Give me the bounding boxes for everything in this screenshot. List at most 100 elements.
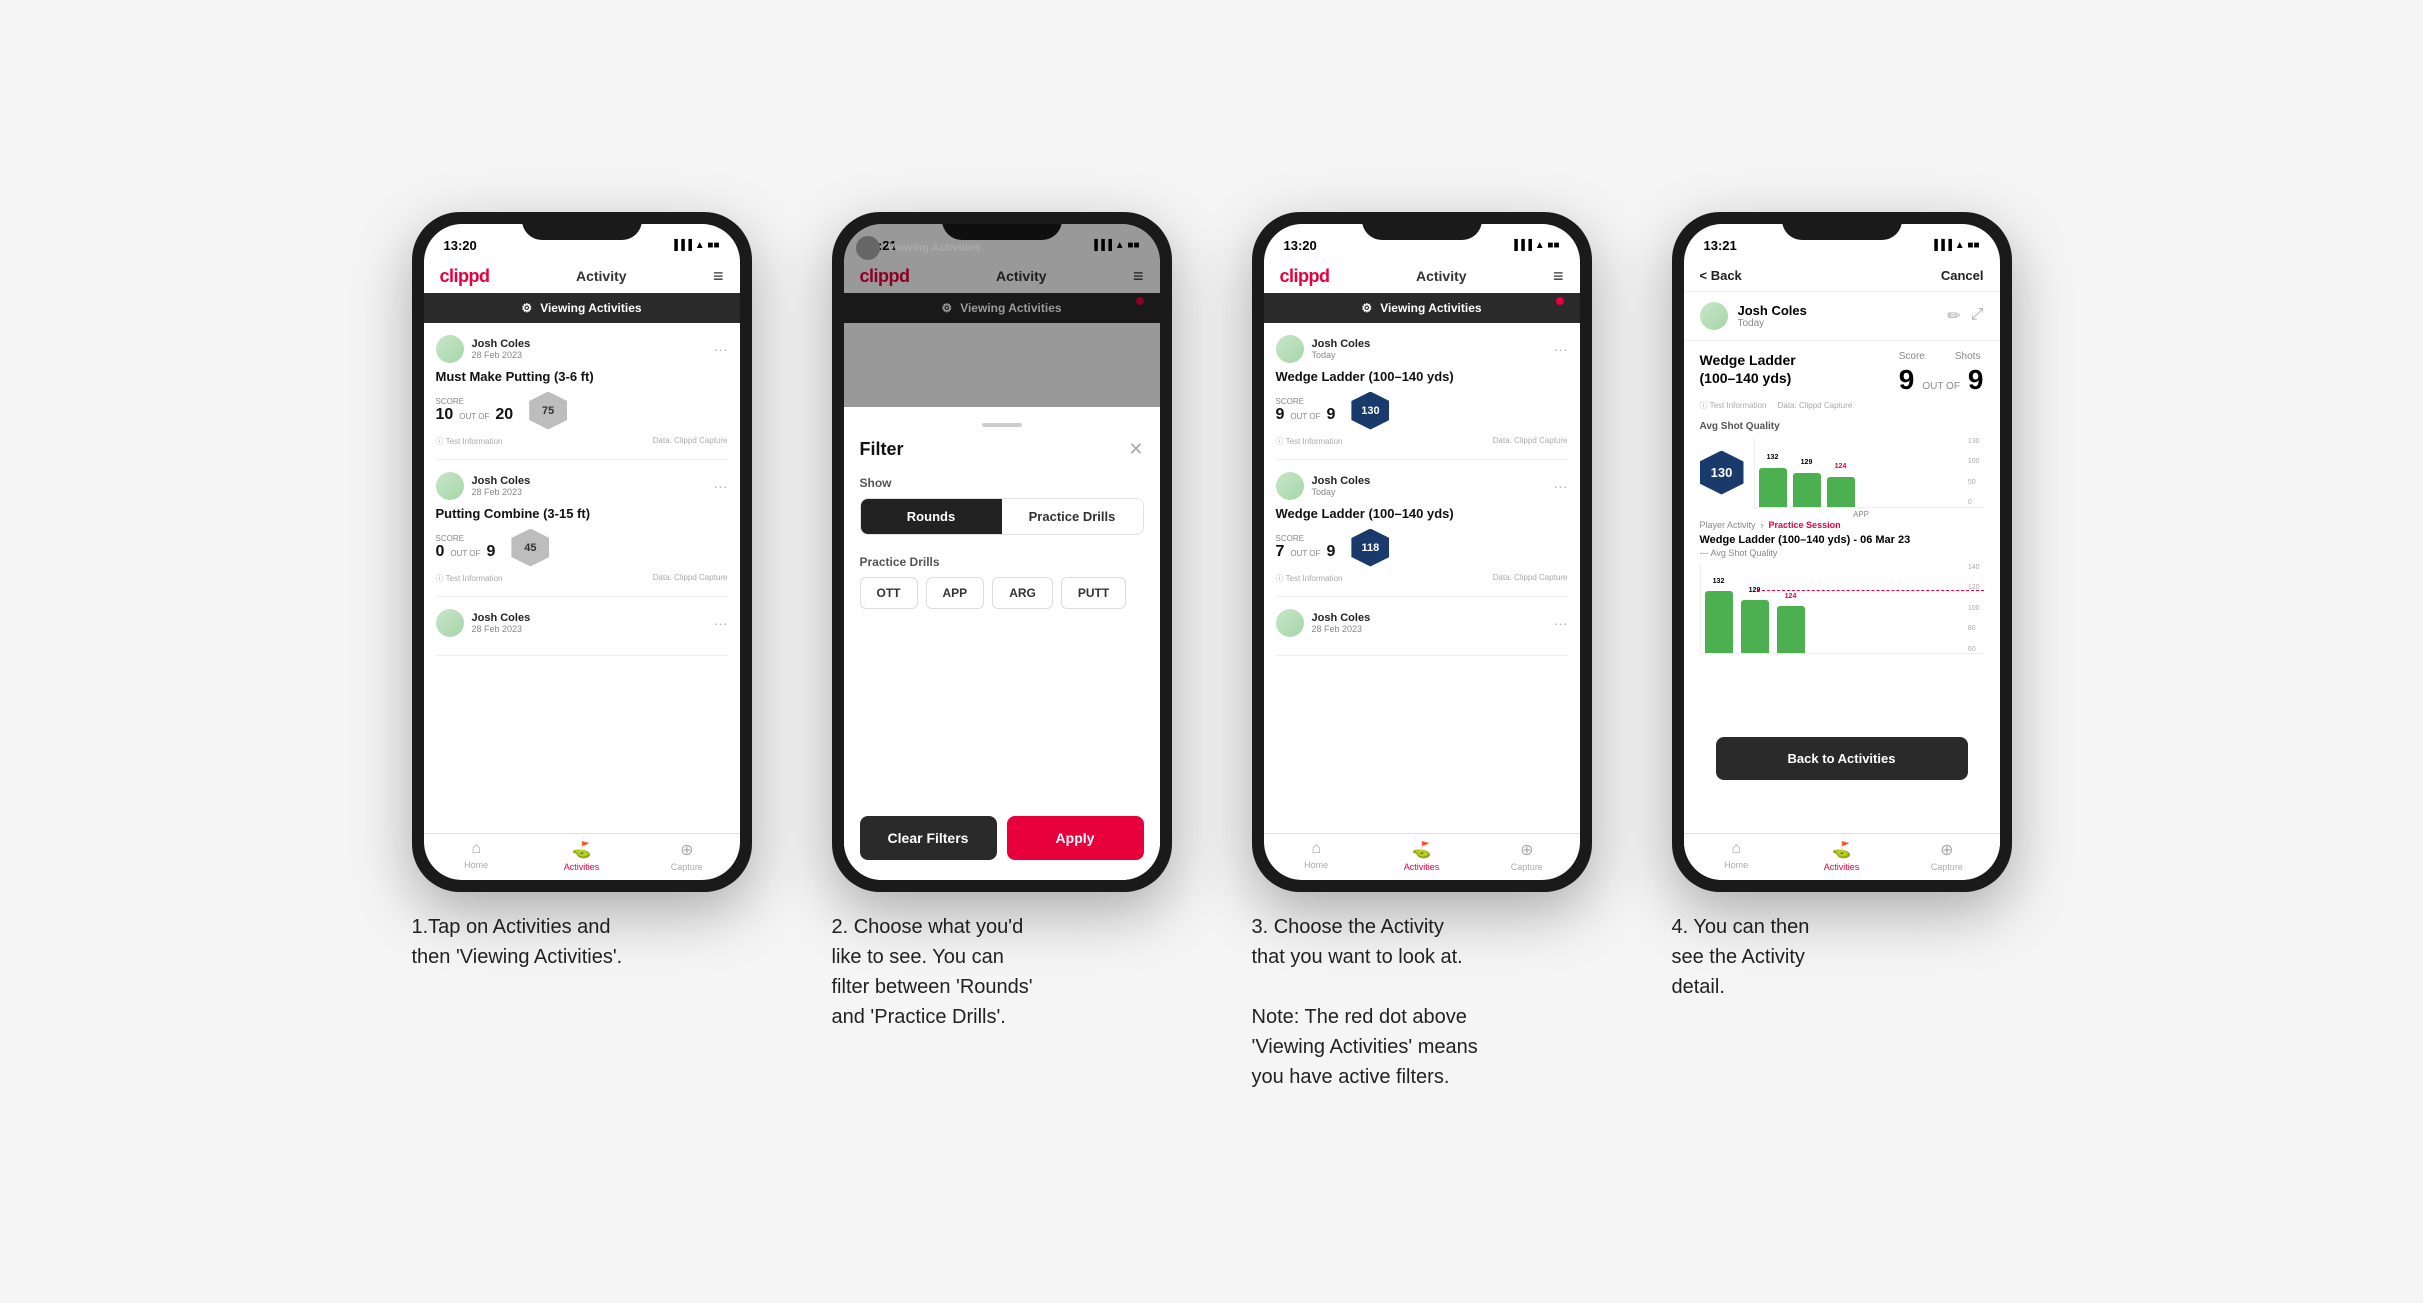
drill-buttons-row: OTT APP ARG PUTT	[860, 577, 1144, 609]
filter-actions: Clear Filters Apply	[860, 816, 1144, 860]
activity-item-3-3[interactable]: Josh Coles 28 Feb 2023 ···	[1276, 597, 1568, 656]
nav-title-3: Activity	[1416, 268, 1467, 284]
more-dots-1[interactable]: ···	[714, 341, 728, 357]
capture-icon-3: ⊕	[1520, 840, 1533, 860]
show-label: Show	[860, 476, 1144, 490]
back-to-activities-button[interactable]: Back to Activities	[1716, 737, 1968, 780]
practice-session-label: Practice Session	[1769, 520, 1841, 530]
caption-3: 3. Choose the Activitythat you want to l…	[1252, 912, 1592, 1092]
user-name-3-1: Josh Coles	[1312, 338, 1371, 350]
status-icons-1: ▐▐▐ ▲ ■■	[671, 240, 720, 251]
apply-button[interactable]: Apply	[1007, 816, 1144, 860]
score-value-2: 0	[436, 543, 445, 561]
drill-putt[interactable]: PUTT	[1061, 577, 1126, 609]
drill-arg[interactable]: ARG	[992, 577, 1053, 609]
nav-home-4[interactable]: ⌂ Home	[1684, 840, 1789, 872]
nav-bar-3: clippd Activity ≡	[1264, 260, 1580, 293]
activity-item-2[interactable]: Josh Coles 28 Feb 2023 ··· Putting Combi…	[436, 460, 728, 597]
close-icon-2[interactable]: ✕	[1128, 439, 1143, 460]
settings-icon-3: ⚙	[1361, 301, 1372, 315]
filter-toggle-row: Rounds Practice Drills	[860, 498, 1144, 535]
more-dots-3-2[interactable]: ···	[1554, 478, 1568, 494]
test-info-2: ⓘ Test Information	[436, 573, 503, 584]
nav-activities-1[interactable]: ⛳ Activities	[529, 840, 634, 872]
phone-screen-1: 13:20 ▐▐▐ ▲ ■■ clippd Activity ≡ ⚙ Viewi…	[424, 224, 740, 880]
more-dots-3-1[interactable]: ···	[1554, 341, 1568, 357]
dimmed-bg-2: Viewing Activities	[844, 224, 1160, 408]
nav-activities-4[interactable]: ⛳ Activities	[1789, 840, 1894, 872]
nav-title-1: Activity	[576, 268, 627, 284]
drill-ott[interactable]: OTT	[860, 577, 918, 609]
clippd-logo-3: clippd	[1280, 266, 1330, 287]
clear-filters-button[interactable]: Clear Filters	[860, 816, 997, 860]
avatar-3	[436, 609, 464, 637]
home-icon-1: ⌂	[471, 840, 481, 858]
bottom-nav-3: ⌂ Home ⛳ Activities ⊕ Capture	[1264, 833, 1580, 880]
detail-outof: 9	[1968, 364, 1984, 396]
rounds-button[interactable]: Rounds	[861, 499, 1002, 534]
test-info-1: ⓘ Test Information	[436, 436, 503, 447]
status-time-1: 13:20	[444, 238, 477, 253]
home-icon-4: ⌂	[1731, 840, 1741, 858]
detail-score: 9	[1899, 364, 1915, 396]
phone-col-4: 13:21 ▐▐▐ ▲ ■■ < Back Cancel Josh Coles …	[1652, 212, 2032, 1002]
score-label-1: Score	[436, 397, 514, 406]
shot-quality-3-1: 130	[1351, 392, 1389, 430]
outof-label-2: OUT OF	[450, 549, 480, 558]
data-source-1: Data: Clippd Capture	[653, 436, 728, 447]
nav-bar-1: clippd Activity ≡	[424, 260, 740, 293]
hamburger-icon-3[interactable]: ≡	[1553, 266, 1564, 287]
shots-col-label: Shots	[1955, 351, 1981, 362]
activity-title-3-2: Wedge Ladder (100–140 yds)	[1276, 506, 1568, 521]
detail-sq-badge: 130	[1700, 451, 1744, 495]
player-activity-section: Player Activity › Practice Session Wedge…	[1684, 514, 2000, 660]
more-dots-2[interactable]: ···	[714, 478, 728, 494]
score-col-label: Score	[1899, 351, 1925, 362]
hamburger-icon-1[interactable]: ≡	[713, 266, 724, 287]
viewing-activities-bar-1[interactable]: ⚙ Viewing Activities	[424, 293, 740, 323]
viewing-activities-label-1: Viewing Activities	[540, 301, 641, 315]
activity-title-1: Must Make Putting (3-6 ft)	[436, 369, 728, 384]
score-label-2: Score	[436, 534, 496, 543]
nav-capture-1[interactable]: ⊕ Capture	[634, 840, 739, 872]
test-info-3-2: ⓘ Test Information	[1276, 573, 1343, 584]
more-dots-3[interactable]: ···	[714, 615, 728, 631]
red-dot-3	[1556, 297, 1564, 305]
activity-item-1[interactable]: Josh Coles 28 Feb 2023 ··· Must Make Put…	[436, 323, 728, 460]
settings-icon-1: ⚙	[521, 301, 532, 315]
viewing-activities-bar-3[interactable]: ⚙ Viewing Activities	[1264, 293, 1580, 323]
edit-icon[interactable]: ✏	[1947, 306, 1960, 326]
more-dots-3-3[interactable]: ···	[1554, 615, 1568, 631]
user-name-3: Josh Coles	[472, 612, 531, 624]
activity-item-3-2[interactable]: Josh Coles Today ··· Wedge Ladder (100–1…	[1276, 460, 1568, 597]
drill-app[interactable]: APP	[926, 577, 985, 609]
phone-frame-2: 13:21 ▐▐▐ ▲ ■■ clippd Activity ≡ ⚙ Viewi…	[832, 212, 1172, 892]
user-name-3-2: Josh Coles	[1312, 475, 1371, 487]
filter-handle	[982, 423, 1022, 427]
nav-activities-3[interactable]: ⛳ Activities	[1369, 840, 1474, 872]
phone-col-3: 13:20 ▐▐▐ ▲ ■■ clippd Activity ≡ ⚙ Viewi…	[1232, 212, 1612, 1092]
avatar-2	[436, 472, 464, 500]
avg-sq-label: Avg Shot Quality	[1700, 421, 1984, 432]
expand-icon[interactable]: ⤢	[1971, 306, 1984, 326]
phone-frame-1: 13:20 ▐▐▐ ▲ ■■ clippd Activity ≡ ⚙ Viewi…	[412, 212, 752, 892]
activity-item-3[interactable]: Josh Coles 28 Feb 2023 ···	[436, 597, 728, 656]
phone-col-1: 13:20 ▐▐▐ ▲ ■■ clippd Activity ≡ ⚙ Viewi…	[392, 212, 772, 972]
back-button[interactable]: < Back	[1700, 268, 1742, 283]
nav-capture-4[interactable]: ⊕ Capture	[1894, 840, 1999, 872]
avatar-3-1	[1276, 335, 1304, 363]
outof-label-1: OUT OF	[459, 412, 489, 421]
capture-icon-4: ⊕	[1940, 840, 1953, 860]
practice-drills-button[interactable]: Practice Drills	[1002, 499, 1143, 534]
nav-capture-3[interactable]: ⊕ Capture	[1474, 840, 1579, 872]
nav-home-1[interactable]: ⌂ Home	[424, 840, 529, 872]
user-date-1: 28 Feb 2023	[472, 350, 531, 360]
caption-4: 4. You can thensee the Activitydetail.	[1672, 912, 2012, 1002]
cancel-button[interactable]: Cancel	[1941, 268, 1984, 283]
nav-home-3[interactable]: ⌂ Home	[1264, 840, 1369, 872]
chart-x-label: APP	[1853, 510, 1869, 519]
filter-modal: Filter ✕ Show Rounds Practice Drills Pra…	[844, 407, 1160, 879]
activity-item-3-1[interactable]: Josh Coles Today ··· Wedge Ladder (100–1…	[1276, 323, 1568, 460]
detail-user-date: Today	[1738, 318, 1807, 329]
score-label-3-2: Score	[1276, 534, 1336, 543]
